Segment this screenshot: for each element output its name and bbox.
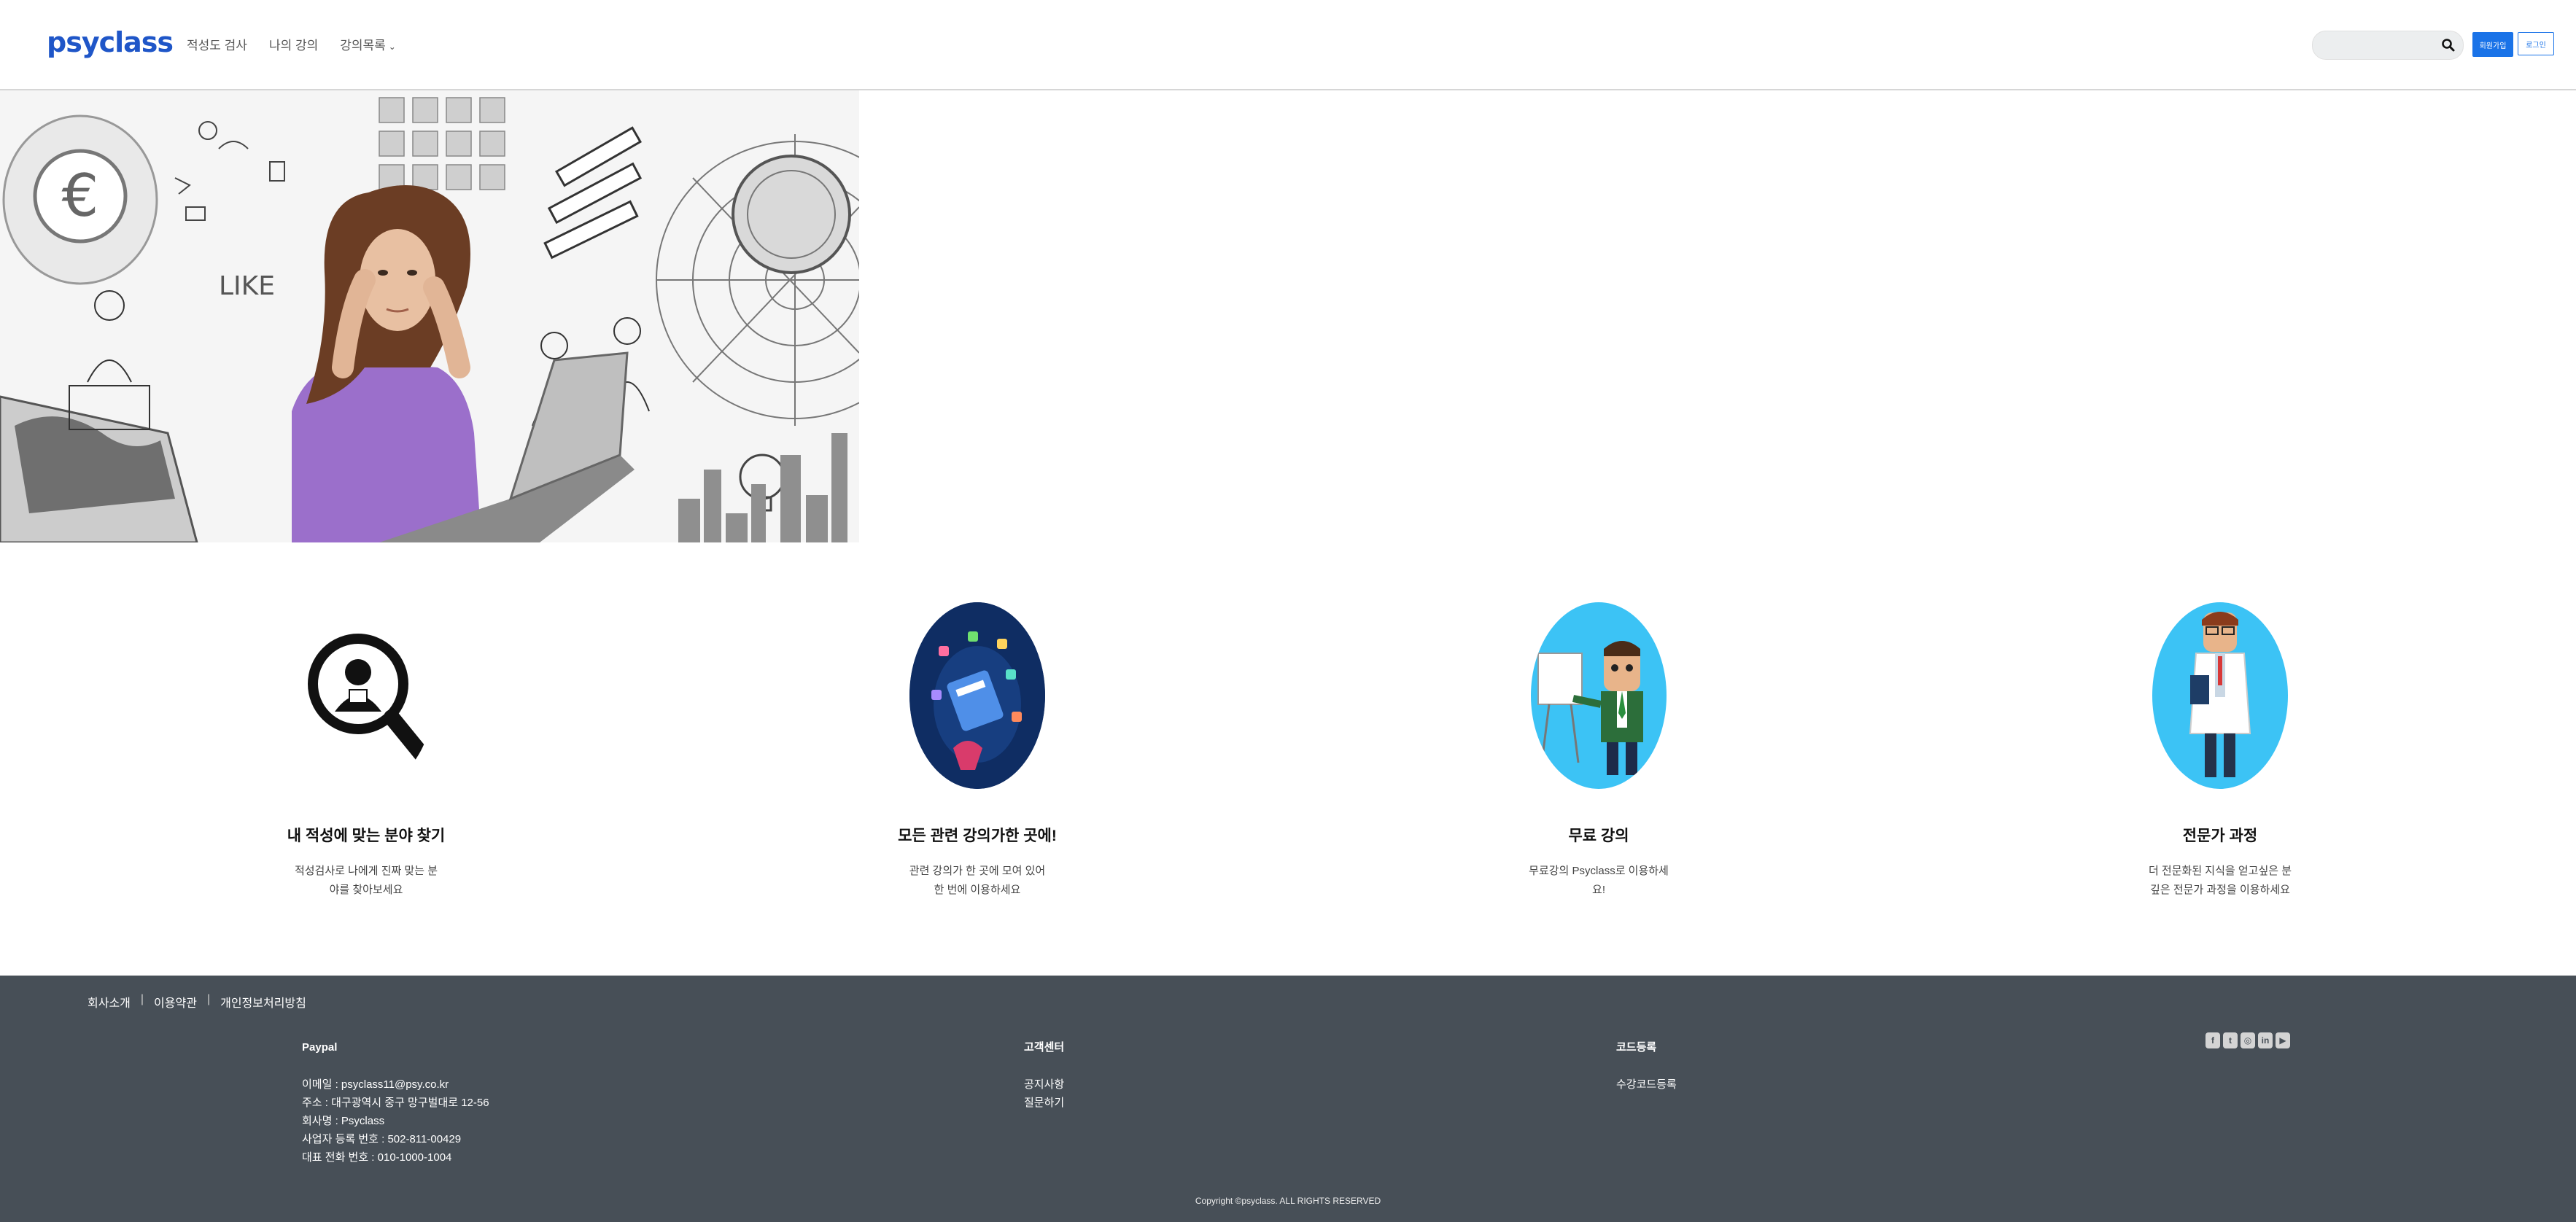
footer-link-terms[interactable]: 이용약관 — [154, 993, 197, 1011]
twitter-icon[interactable]: t — [2223, 1032, 2238, 1048]
chevron-down-icon: ⌄ — [388, 42, 396, 52]
footer-code-register-link[interactable]: 수강코드등록 — [1616, 1075, 1677, 1094]
svg-text:LIKE: LIKE — [219, 271, 275, 301]
search-icon[interactable] — [2441, 38, 2456, 52]
site-footer: 회사소개 | 이용약관 | 개인정보처리방침 Paypal 이메일 : psyc… — [0, 976, 2576, 1222]
nav-course-list[interactable]: 강의목록 ⌄ — [340, 35, 396, 53]
footer-support-title: 고객센터 — [1024, 1041, 1065, 1054]
feature-description: 더 전문화된 지식을 얻고싶은 분 깊은 전문가 과정을 이용하세요 — [2148, 865, 2292, 896]
footer-support: 고객센터 공지사항 질문하기 — [1024, 1038, 1064, 1112]
footer-address: 주소 : 대구광역시 중구 망구벌대로 12-56 — [302, 1097, 489, 1109]
footer-link-separator: | — [140, 993, 144, 1005]
presenter-man-icon — [1531, 602, 1667, 789]
footer-question-link[interactable]: 질문하기 — [1024, 1094, 1064, 1112]
feature-all-courses[interactable]: 모든 관련 강의가한 곳에! 관련 강의가 한 곳에 모여 있어 한 번에 이용… — [824, 602, 1130, 900]
footer-links: 회사소개 | 이용약관 | 개인정보처리방침 — [88, 993, 306, 1011]
feature-title: 전문가 과정 — [2182, 828, 2258, 844]
footer-phone: 대표 전화 번호 : 010-1000-1004 — [302, 1151, 452, 1164]
feature-description: 무료강의 Psyclass로 이용하세요! — [1529, 865, 1669, 896]
feature-description: 적성검사로 나에게 진짜 맞는 분야를 찾아보세요 — [294, 865, 438, 896]
footer-code: 코드등록 수강코드등록 — [1616, 1038, 1677, 1094]
search-input[interactable] — [2324, 36, 2437, 56]
feature-expert-courses[interactable]: 전문가 과정 더 전문화된 지식을 얻고싶은 분 깊은 전문가 과정을 이용하세… — [2067, 602, 2373, 900]
feature-title: 무료 강의 — [1568, 828, 1629, 844]
apps-illustration-icon — [909, 602, 1045, 789]
footer-code-title: 코드등록 — [1616, 1041, 1657, 1054]
hero-banner-image: € LIKE — [0, 90, 859, 542]
footer-notice-link[interactable]: 공지사항 — [1024, 1075, 1064, 1094]
footer-email: 이메일 : psyclass11@psy.co.kr — [302, 1078, 449, 1091]
footer-link-about[interactable]: 회사소개 — [88, 993, 131, 1011]
footer-company-title: Paypal — [302, 1041, 338, 1054]
login-button[interactable]: 로그인 — [2518, 32, 2554, 55]
footer-company-name: 회사명 : Psyclass — [302, 1115, 385, 1127]
nav-my-courses[interactable]: 나의 강의 — [269, 35, 318, 53]
feature-description: 관련 강의가 한 곳에 모여 있어 한 번에 이용하세요 — [909, 865, 1046, 896]
footer-company-info: Paypal 이메일 : psyclass11@psy.co.kr 주소 : 대… — [302, 1038, 489, 1167]
signup-button[interactable]: 회원가입 — [2472, 32, 2513, 57]
youtube-icon[interactable]: ▶ — [2276, 1032, 2290, 1048]
copyright-text: Copyright ©psyclass. ALL RIGHTS RESERVED — [1195, 1196, 1381, 1206]
top-header: psyclass 적성도 검사 나의 강의 강의목록 ⌄ 회원가입 로그인 — [0, 0, 2576, 90]
footer-link-privacy[interactable]: 개인정보처리방침 — [220, 993, 306, 1011]
linkedin-icon[interactable]: in — [2258, 1032, 2273, 1048]
feature-title: 모든 관련 강의가한 곳에! — [898, 828, 1057, 844]
search-box — [2312, 31, 2464, 60]
feature-title: 내 적성에 맞는 분야 찾기 — [287, 828, 446, 844]
collage-stressed-woman-laptop-image: € LIKE — [0, 90, 859, 542]
nav-aptitude-test[interactable]: 적성도 검사 — [187, 35, 247, 53]
facebook-icon[interactable]: f — [2205, 1032, 2220, 1048]
social-links: f t ◎ in ▶ — [2205, 1032, 2290, 1048]
main-nav: 적성도 검사 나의 강의 강의목록 ⌄ — [187, 35, 396, 53]
psyclass-logo[interactable]: psyclass — [47, 26, 174, 58]
doctor-expert-icon — [2152, 602, 2288, 789]
feature-free-courses[interactable]: 무료 강의 무료강의 Psyclass로 이용하세요! — [1446, 602, 1752, 900]
nav-course-list-label: 강의목록 — [340, 39, 386, 52]
footer-link-separator: | — [206, 993, 211, 1005]
footer-business-number: 사업자 등록 번호 : 502-811-00429 — [302, 1133, 462, 1145]
instagram-icon[interactable]: ◎ — [2241, 1032, 2255, 1048]
magnifier-person-icon — [298, 602, 434, 789]
svg-text:€: € — [62, 162, 99, 230]
feature-aptitude[interactable]: 내 적성에 맞는 분야 찾기 적성검사로 나에게 진짜 맞는 분야를 찾아보세요 — [213, 602, 519, 900]
